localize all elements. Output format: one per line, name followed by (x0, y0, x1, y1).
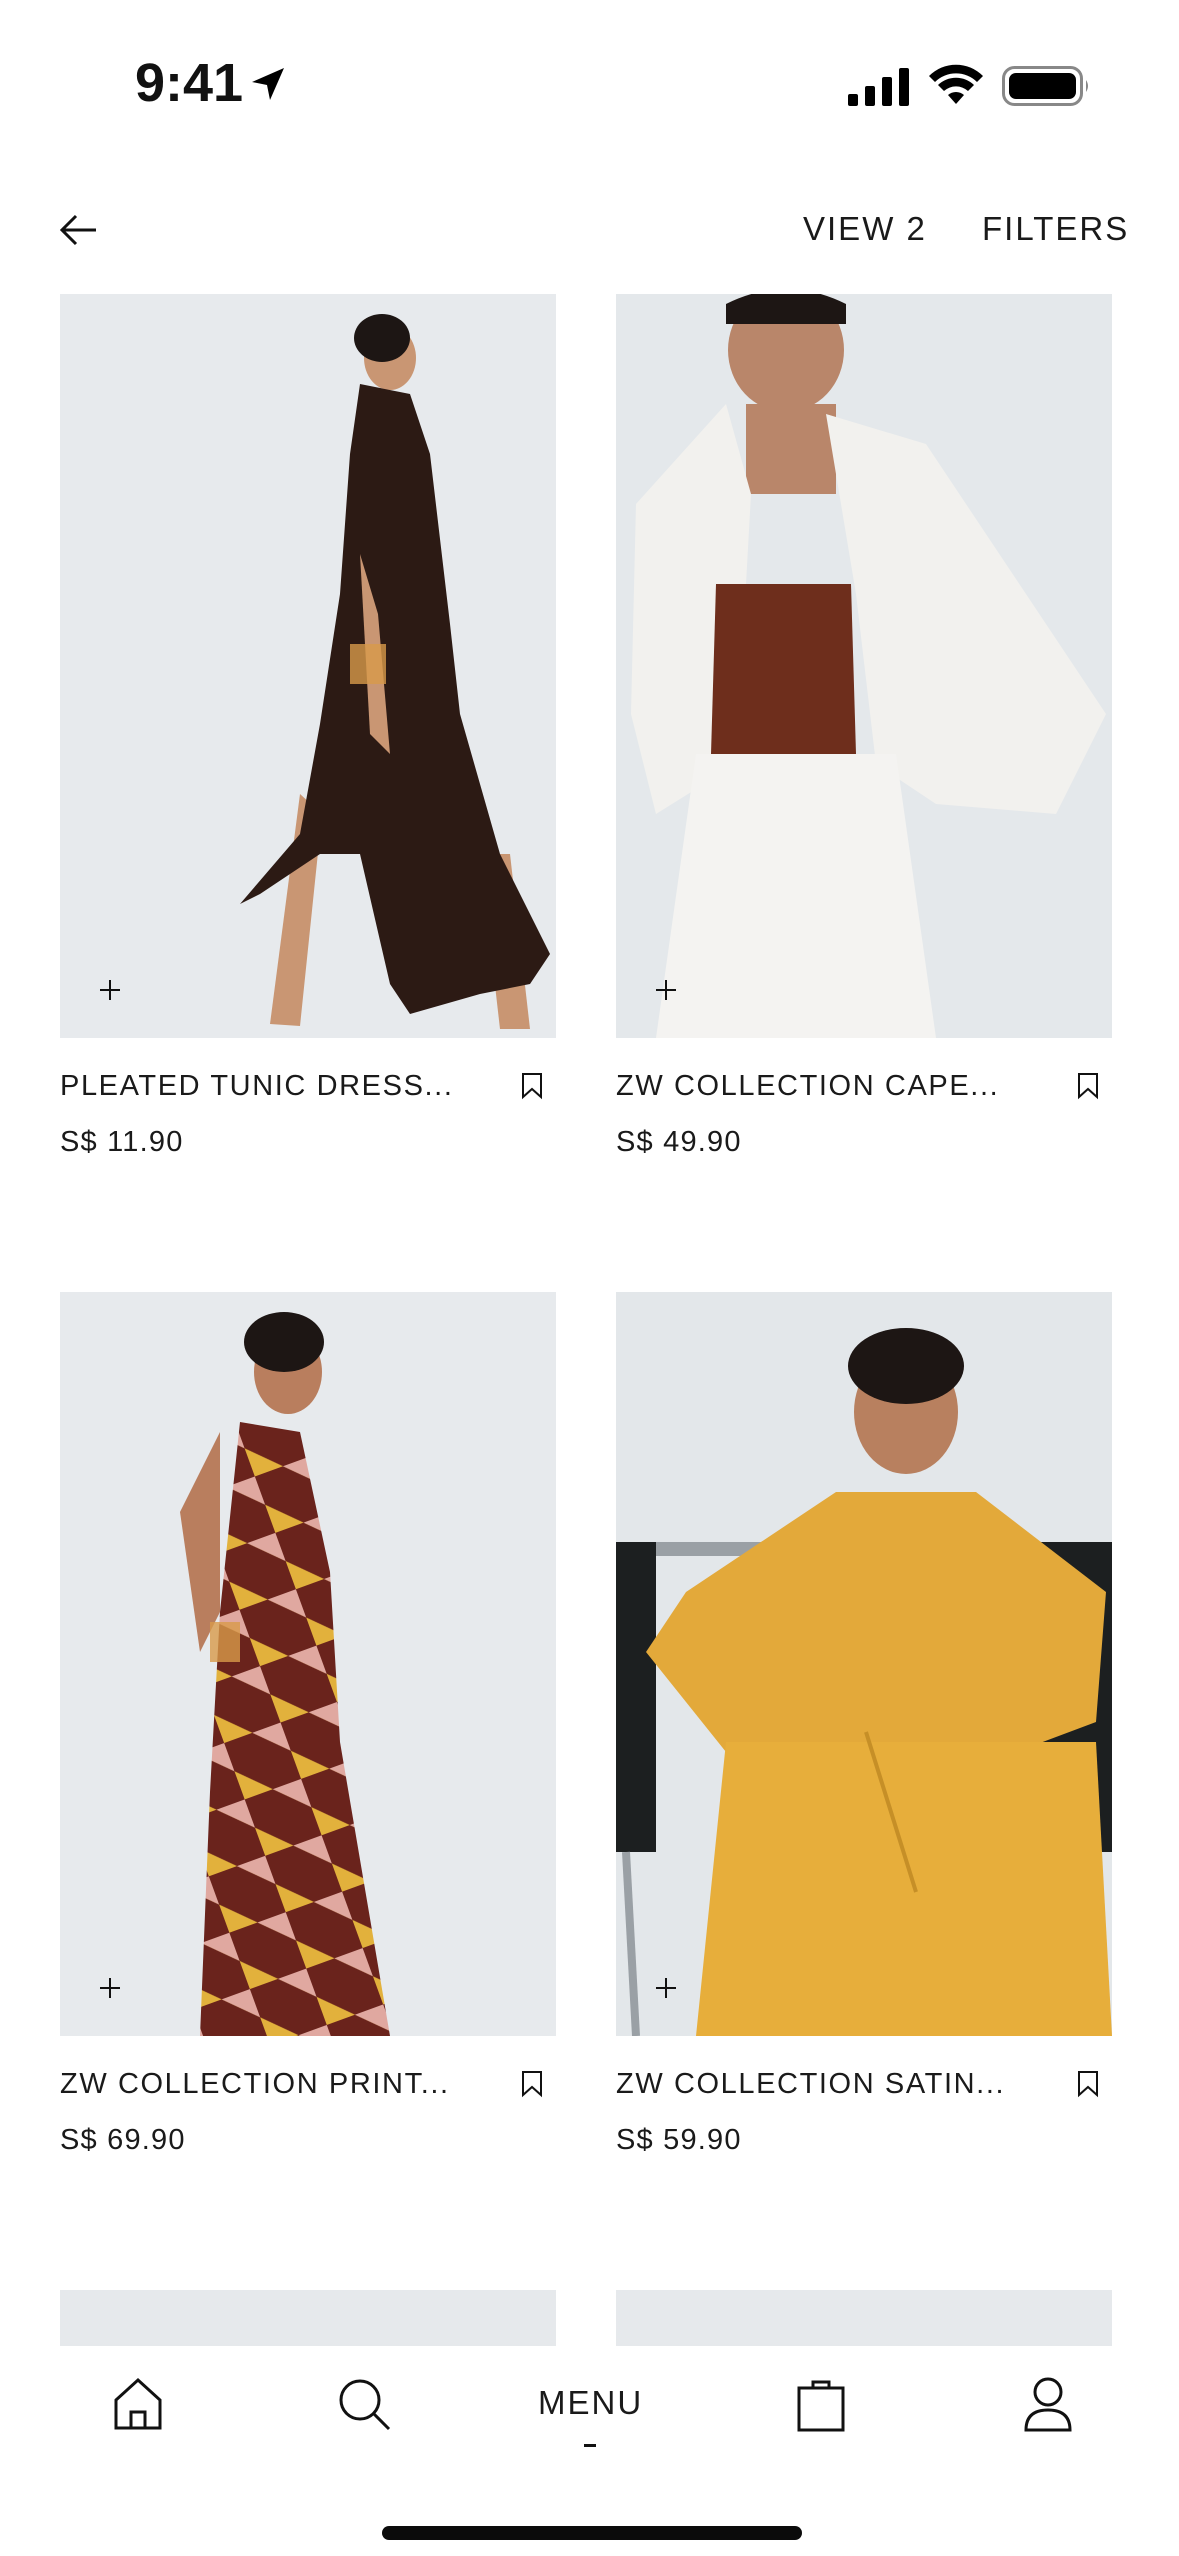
model-photo (616, 1292, 1112, 2036)
location-arrow-icon (252, 68, 284, 100)
product-price: S$ 11.90 (60, 1126, 184, 1158)
cellular-signal-icon (848, 68, 909, 106)
add-to-cart-icon[interactable] (654, 1976, 678, 2000)
model-photo (60, 1292, 556, 2036)
add-to-cart-icon[interactable] (98, 1976, 122, 2000)
product-price: S$ 69.90 (60, 2124, 186, 2156)
filters-button[interactable]: FILTERS (982, 210, 1129, 248)
product-price: S$ 59.90 (616, 2124, 742, 2156)
wifi-icon (929, 64, 983, 104)
product-card[interactable]: ZW COLLECTION PRINT... S$ 69.90 (60, 1292, 556, 2156)
back-arrow-icon[interactable] (56, 208, 100, 252)
account-icon[interactable] (1022, 2376, 1074, 2432)
product-image[interactable] (60, 294, 556, 1038)
status-bar: 9:41 (0, 0, 1179, 160)
bookmark-icon[interactable] (1076, 2070, 1100, 2098)
add-to-cart-icon[interactable] (654, 978, 678, 1002)
product-title[interactable]: PLEATED TUNIC DRESS... (60, 1070, 480, 1103)
bookmark-icon[interactable] (520, 1072, 544, 1100)
product-image[interactable] (60, 1292, 556, 2036)
bookmark-icon[interactable] (520, 2070, 544, 2098)
product-image-partial[interactable] (616, 2290, 1112, 2350)
product-card[interactable]: ZW COLLECTION SATIN... S$ 59.90 (616, 1292, 1112, 2156)
model-photo (60, 294, 556, 1038)
home-icon[interactable] (112, 2376, 164, 2432)
menu-active-indicator (584, 2444, 596, 2447)
product-card[interactable]: ZW COLLECTION CAPE... S$ 49.90 (616, 294, 1112, 1158)
bookmark-icon[interactable] (1076, 1072, 1100, 1100)
product-image[interactable] (616, 1292, 1112, 2036)
status-time: 9:41 (135, 53, 244, 113)
bottom-navigation: MENU (0, 2346, 1179, 2556)
product-image[interactable] (616, 294, 1112, 1038)
product-card[interactable]: PLEATED TUNIC DRESS... S$ 11.90 (60, 294, 556, 1158)
bag-icon[interactable] (796, 2376, 846, 2432)
product-image-partial[interactable] (60, 2290, 556, 2350)
battery-icon (1002, 66, 1088, 106)
menu-button[interactable]: MENU (538, 2384, 643, 2422)
model-photo (616, 294, 1112, 1038)
product-title[interactable]: ZW COLLECTION CAPE... (616, 1070, 1036, 1103)
search-icon[interactable] (336, 2376, 392, 2432)
product-price: S$ 49.90 (616, 1126, 742, 1158)
home-indicator[interactable] (382, 2526, 802, 2540)
view-toggle-button[interactable]: VIEW 2 (803, 210, 927, 248)
top-bar: VIEW 2 FILTERS (0, 190, 1179, 270)
add-to-cart-icon[interactable] (98, 978, 122, 1002)
product-title[interactable]: ZW COLLECTION SATIN... (616, 2068, 1036, 2101)
product-title[interactable]: ZW COLLECTION PRINT... (60, 2068, 480, 2101)
